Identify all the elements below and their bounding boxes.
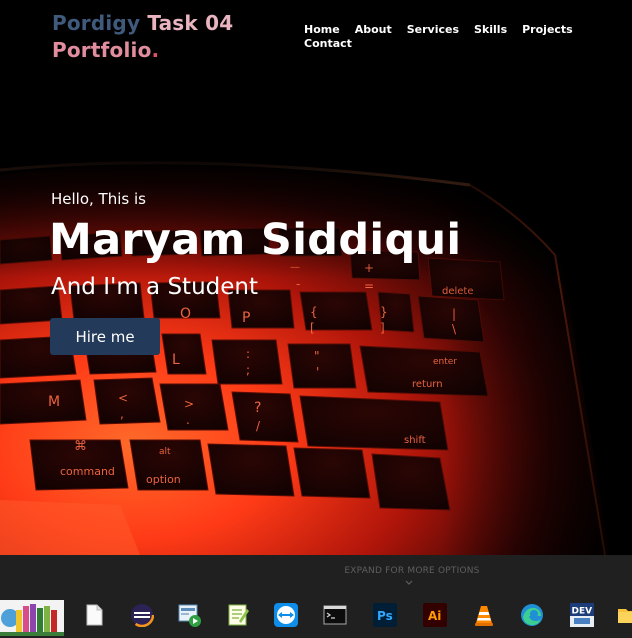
brand-name: Pordigy	[52, 11, 141, 35]
main-nav: Home About Services Skills Projects Contact	[304, 23, 604, 51]
expand-options-label[interactable]: EXPAND FOR MORE OPTIONS	[0, 566, 632, 576]
hero-intro: Hello, This is	[51, 190, 146, 208]
portfolio-page: delete enter return shift command option…	[0, 0, 632, 638]
blank-document-icon[interactable]	[82, 603, 106, 627]
vlc-icon[interactable]	[472, 603, 496, 627]
media-player-icon[interactable]	[178, 603, 202, 627]
nav-contact[interactable]: Contact	[304, 37, 352, 51]
nav-skills[interactable]: Skills	[474, 23, 507, 37]
teamviewer-icon[interactable]	[274, 603, 298, 627]
nav-home[interactable]: Home	[304, 23, 340, 37]
command-prompt-icon[interactable]	[323, 603, 347, 627]
nav-about[interactable]: About	[355, 23, 392, 37]
illustrator-icon[interactable]: Ai	[423, 603, 447, 627]
dev-cpp-icon[interactable]: DEV	[570, 603, 594, 627]
dev-label: DEV	[572, 607, 593, 617]
hero-name: Maryam Siddiqui	[49, 215, 462, 265]
chevron-down-icon[interactable]	[405, 579, 413, 587]
library-books-icon[interactable]	[0, 600, 64, 636]
notepad-plus-plus-icon[interactable]	[226, 603, 250, 627]
brand-portfolio: Portfolio	[52, 38, 152, 62]
hire-me-button[interactable]: Hire me	[50, 318, 160, 355]
brand-dot: .	[151, 38, 160, 62]
file-explorer-icon[interactable]	[618, 603, 632, 627]
illustrator-label: Ai	[428, 609, 441, 623]
edge-icon[interactable]	[520, 603, 544, 627]
photoshop-label: Ps	[377, 609, 393, 623]
brand-logo[interactable]: Pordigy Task 04 Portfolio.	[52, 10, 233, 64]
photoshop-icon[interactable]: Ps	[373, 603, 397, 627]
brand-task: Task 04	[140, 11, 234, 35]
nav-services[interactable]: Services	[407, 23, 459, 37]
nav-projects[interactable]: Projects	[522, 23, 573, 37]
eclipse-icon[interactable]	[130, 603, 154, 627]
hero-role: And I'm a Student	[51, 274, 258, 300]
